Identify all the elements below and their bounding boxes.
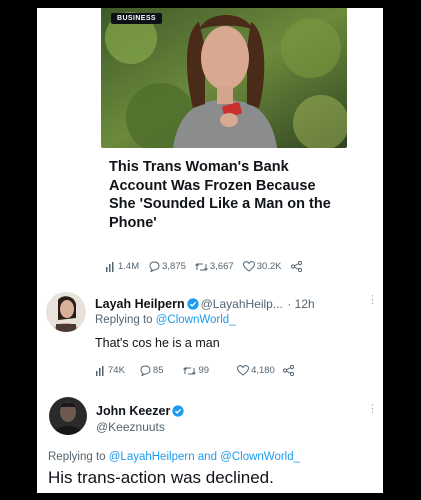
author-handle[interactable]: @Keeznuuts — [96, 420, 165, 434]
article-card[interactable]: BUSINESS This Trans Woman's Bank Account… — [101, 8, 347, 248]
reply-count: 3,875 — [162, 261, 186, 272]
share-stat[interactable] — [290, 261, 304, 272]
author-handle[interactable]: @LayahHeilp... — [201, 297, 283, 311]
mention-link[interactable]: @LayahHeilpern and @ClownWorld_ — [109, 451, 300, 463]
verified-badge-icon — [172, 405, 184, 417]
article-photo — [101, 8, 347, 148]
author-name[interactable]: Layah Heilpern — [95, 297, 185, 311]
reply1-header: Layah Heilpern @LayahHeilp... · 12h — [95, 295, 315, 313]
share-icon — [290, 261, 302, 272]
reply-icon — [140, 365, 151, 376]
timestamp[interactable]: · 12h — [287, 297, 314, 311]
reply2-header: John Keezer — [96, 402, 186, 420]
more-icon[interactable]: ⋮ — [367, 402, 378, 415]
avatar[interactable] — [49, 397, 87, 435]
retweet-stat[interactable]: 3,667 — [195, 261, 234, 272]
replying-prefix: Replying to — [48, 451, 106, 463]
views-icon — [96, 365, 104, 376]
author-name[interactable]: John Keezer — [96, 404, 170, 418]
replying-to: Replying to @LayahHeilpern and @ClownWor… — [48, 451, 300, 463]
reply-stat[interactable]: 85 — [139, 365, 164, 376]
like-icon — [242, 261, 255, 272]
retweet-count: 3,667 — [209, 261, 234, 272]
replying-prefix: Replying to — [95, 314, 153, 326]
views-count: 74K — [108, 365, 125, 376]
like-stat[interactable]: 4,180 — [237, 365, 275, 376]
article-image[interactable]: BUSINESS — [101, 8, 347, 148]
reply2-text: His trans-action was declined. — [48, 468, 274, 487]
views-stat[interactable]: 74K — [95, 365, 125, 376]
tweet-thread: BUSINESS This Trans Woman's Bank Account… — [37, 8, 383, 493]
reply-icon — [149, 261, 160, 272]
retweet-count: 99 — [198, 365, 210, 376]
replying-to: Replying to @ClownWorld_ — [95, 314, 236, 326]
like-icon — [237, 365, 250, 376]
retweet-icon — [183, 366, 197, 375]
article-headline[interactable]: This Trans Woman's Bank Account Was Froz… — [109, 158, 345, 232]
like-count: 30.2K — [256, 261, 282, 272]
like-stat[interactable]: 30.2K — [242, 261, 282, 272]
frame-bottom — [0, 493, 421, 500]
share-icon — [282, 365, 294, 376]
avatar-image — [49, 397, 87, 435]
reply-count: 85 — [152, 365, 164, 376]
like-count: 4,180 — [251, 365, 275, 376]
more-icon[interactable]: ⋮ — [367, 293, 378, 306]
mention-link[interactable]: @ClownWorld_ — [156, 314, 236, 326]
views-stat[interactable]: 1.4M — [105, 261, 139, 272]
views-count: 1.4M — [118, 261, 140, 272]
reply1-text: That's cos he is a man — [95, 336, 220, 350]
frame-right — [383, 0, 421, 500]
main-tweet-actions: 1.4M 3,875 3,667 30.2K — [105, 261, 313, 272]
category-badge: BUSINESS — [111, 13, 162, 24]
avatar-image — [46, 292, 86, 332]
frame-top — [0, 0, 421, 8]
reply1-actions: 74K 85 99 4,180 — [95, 365, 305, 376]
avatar[interactable] — [46, 292, 86, 332]
reply-stat[interactable]: 3,875 — [148, 261, 186, 272]
share-stat[interactable] — [282, 365, 296, 376]
views-icon — [106, 261, 114, 272]
retweet-stat[interactable]: 99 — [183, 365, 209, 376]
retweet-icon — [195, 262, 208, 271]
verified-badge-icon — [187, 298, 199, 310]
frame-left — [0, 0, 37, 500]
